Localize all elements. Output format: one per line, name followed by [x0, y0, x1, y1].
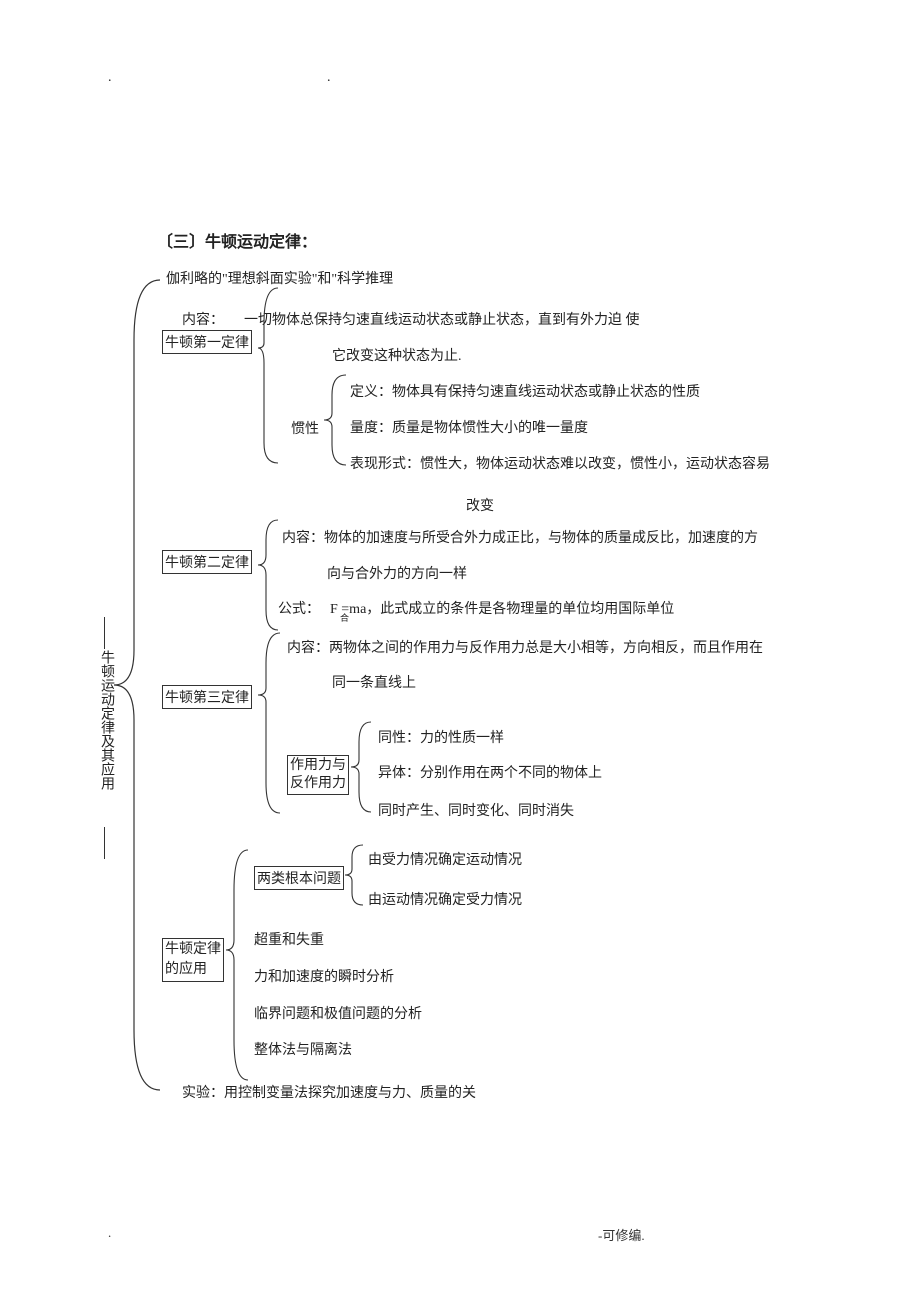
section-title: 〔三〕牛顿运动定律： — [157, 228, 317, 252]
law3-content-line2: 同一条直线上 — [332, 672, 416, 692]
two-prob-label: 两类根本问题 — [257, 872, 341, 887]
law2-formula-label: 公式： — [278, 598, 320, 618]
app-prob1: 由受力情况确定运动情况 — [368, 849, 522, 869]
main-brace — [114, 280, 160, 1090]
law3-pair-label2: 反作用力 — [290, 776, 346, 791]
law2-content-line2: 向与合外力的方向一样 — [327, 563, 467, 583]
law1-label-box: 牛顿第一定律 — [162, 330, 252, 354]
law3-same-nature: 同性：力的性质一样 — [378, 727, 504, 747]
law3-content-label: 内容： — [287, 641, 329, 656]
inertia-def: 定义：物体具有保持匀速直线运动状态或静止状态的性质 — [350, 381, 700, 401]
law3-pair-label1: 作用力与 — [290, 758, 346, 773]
law3-pair-brace — [351, 722, 371, 812]
law2-formula: F =ma，此式成立的条件是各物理量的单位均用国际单位 — [330, 598, 674, 618]
inertia-brace — [324, 375, 346, 465]
law3-label-box: 牛顿第三定律 — [162, 685, 252, 709]
law3-content: 内容：两物体之间的作用力与反作用力总是大小相等，方向相反，而且作用在 — [287, 637, 763, 657]
law3-content-line1: 两物体之间的作用力与反作用力总是大小相等，方向相反，而且作用在 — [329, 641, 763, 656]
inertia-measure: 量度：质量是物体惯性大小的唯一量度 — [350, 417, 588, 437]
inertia-form-2: 改变 — [466, 495, 494, 515]
law2-formula-text: F =ma，此式成立的条件是各物理量的单位均用国际单位 — [330, 602, 674, 617]
app-prob2: 由运动情况确定受力情况 — [368, 889, 522, 909]
footer-note: -可修编. — [598, 1225, 645, 1244]
root-bottom-line — [104, 827, 105, 859]
inertia-label: 惯性 — [291, 418, 319, 438]
app-item2: 力和加速度的瞬时分析 — [254, 966, 394, 986]
law2-formula-sub: 合 — [340, 611, 349, 624]
root-top-line — [104, 617, 105, 649]
law2-brace — [258, 520, 278, 630]
app-label1: 牛顿定律 — [165, 942, 221, 957]
footer-dot: . — [108, 1225, 111, 1241]
app-label2: 的应用 — [165, 962, 207, 977]
two-prob-brace — [345, 845, 363, 905]
app-item4: 整体法与隔离法 — [254, 1039, 352, 1059]
law2-content: 内容：物体的加速度与所受合外力成正比，与物体的质量成反比，加速度的方 — [282, 527, 758, 547]
law2-content-label: 内容： — [282, 531, 324, 546]
law1-content-label: 内容： — [182, 309, 224, 329]
law3-diff-body: 异体：分别作用在两个不同的物体上 — [378, 762, 602, 782]
inertia-form-1: 表现形式：惯性大，物体运动状态难以改变，惯性小，运动状态容易 — [350, 453, 770, 473]
law1-content-line1: 一切物体总保持匀速直线运动状态或静止状态，直到有外力迫 使 — [244, 309, 640, 329]
law2-label-box: 牛顿第二定律 — [162, 550, 252, 574]
app-label-box: 牛顿定律 的应用 — [162, 938, 224, 982]
two-prob-box: 两类根本问题 — [254, 866, 344, 890]
law2-content-line1: 物体的加速度与所受合外力成正比，与物体的质量成反比，加速度的方 — [324, 531, 758, 546]
app-item1: 超重和失重 — [254, 929, 324, 949]
app-item3: 临界问题和极值问题的分析 — [254, 1003, 422, 1023]
law1-content-line2: 它改变这种状态为止. — [332, 345, 462, 365]
header-dot-1: . — [108, 70, 112, 86]
root-label: 牛顿运动定律及其应用 — [96, 650, 116, 825]
law1-label: 牛顿第一定律 — [165, 336, 249, 351]
header-dot-2: . — [327, 70, 331, 86]
law3-brace — [258, 633, 280, 813]
law3-simultaneity: 同时产生、同时变化、同时消失 — [378, 800, 574, 820]
law3-label: 牛顿第三定律 — [165, 691, 249, 706]
law2-label: 牛顿第二定律 — [165, 556, 249, 571]
law1-brace — [258, 288, 278, 463]
experiment-text: 实验：用控制变量法探究加速度与力、质量的关 — [182, 1082, 476, 1102]
page: . . 〔三〕牛顿运动定律： 伽利略的"理想斜面实验"和"科学推理 牛顿运动定律… — [0, 0, 920, 1302]
app-brace — [226, 850, 248, 1080]
intro-text: 伽利略的"理想斜面实验"和"科学推理 — [166, 268, 393, 288]
law3-pair-box: 作用力与 反作用力 — [287, 755, 349, 795]
